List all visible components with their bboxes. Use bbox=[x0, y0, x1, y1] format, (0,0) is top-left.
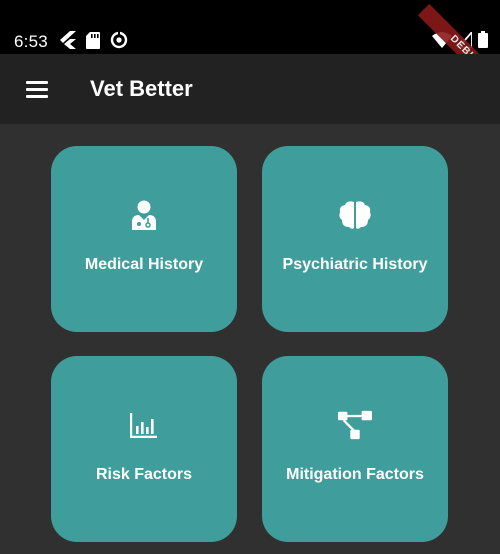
status-icons-left bbox=[60, 31, 128, 49]
mitigation-factors-label: Mitigation Factors bbox=[286, 466, 424, 483]
app-title: Vet Better bbox=[90, 76, 193, 101]
mitigation-factors-tile[interactable]: Mitigation Factors bbox=[262, 356, 448, 542]
battery-icon bbox=[478, 31, 488, 48]
status-bar: 6:53 DEBUG bbox=[0, 0, 500, 101]
flow-diagram-icon bbox=[338, 408, 372, 442]
app-bar: Vet Better bbox=[0, 54, 500, 124]
flutter-icon bbox=[60, 31, 76, 49]
menu-button[interactable] bbox=[20, 74, 54, 104]
psychiatric-history-tile[interactable]: Psychiatric History bbox=[262, 146, 448, 332]
sd-card-icon bbox=[86, 31, 100, 49]
brain-icon bbox=[338, 198, 372, 232]
doctor-icon bbox=[127, 198, 161, 232]
risk-factors-label: Risk Factors bbox=[95, 466, 193, 483]
medical-history-label: Medical History bbox=[84, 256, 204, 273]
data-saver-icon bbox=[110, 31, 128, 49]
chart-bars-icon bbox=[127, 408, 161, 442]
menu-icon bbox=[26, 80, 48, 84]
psychiatric-history-label: Psychiatric History bbox=[282, 256, 428, 273]
medical-history-tile[interactable]: Medical History bbox=[51, 146, 237, 332]
risk-factors-tile[interactable]: Risk Factors bbox=[51, 356, 237, 542]
status-time: 6:53 bbox=[14, 32, 48, 51]
main-content: Medical History Psychiatric History Risk… bbox=[0, 124, 500, 554]
